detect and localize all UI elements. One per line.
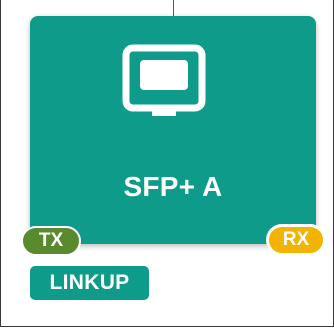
connector-line (173, 0, 174, 16)
tx-badge: TX (21, 226, 81, 256)
link-status-badge: LINKUP (30, 266, 149, 300)
rx-badge: RX (266, 224, 326, 256)
monitor-icon (122, 44, 206, 116)
port-card-sfp-a[interactable]: SFP+ A (30, 16, 316, 244)
port-name: SFP+ A (123, 171, 223, 202)
port-panel: SFP+ A TX RX LINKUP (0, 0, 334, 327)
